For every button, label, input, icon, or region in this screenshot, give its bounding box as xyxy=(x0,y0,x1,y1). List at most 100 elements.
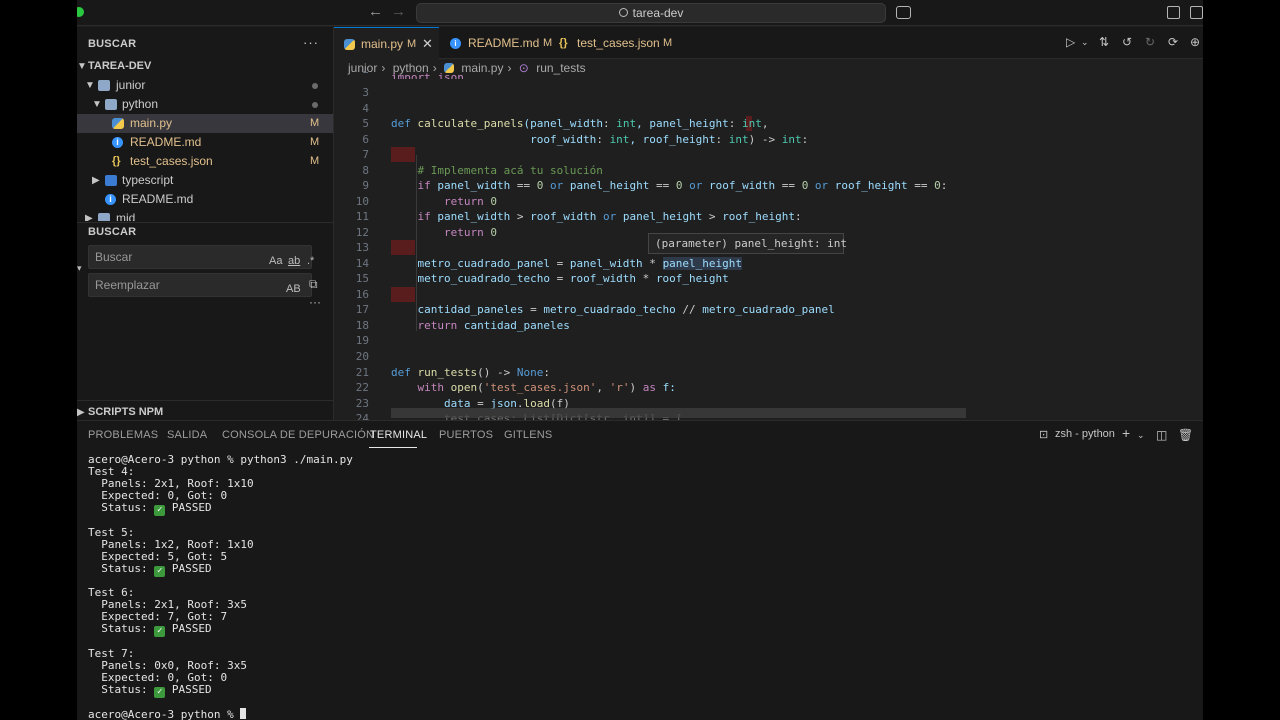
vscode-window: ← → tarea-dev BUSCAR ··· ▼ TAREA-DEV ▼ j… xyxy=(77,0,1203,720)
tree-item-mid[interactable]: ▶ mid xyxy=(77,209,333,221)
check-icon: ✓ xyxy=(154,565,166,577)
tree-item-label: mid xyxy=(116,211,136,221)
horizontal-scrollbar[interactable] xyxy=(391,408,966,418)
terminal-line: Status: ✓ PASSED xyxy=(88,622,212,638)
chevron-down-icon[interactable]: ▾ xyxy=(77,263,82,274)
chevron-right-icon: ▶ xyxy=(85,213,93,221)
line-number: 4 xyxy=(362,102,369,115)
tab-main-py[interactable]: main.py M ✕ xyxy=(334,27,439,59)
line-number: 2 xyxy=(334,70,369,77)
info-icon: i xyxy=(450,38,461,49)
forward-arrow-icon[interactable]: → xyxy=(391,3,406,20)
tab-output[interactable]: SALIDA xyxy=(167,429,207,441)
code-editor[interactable]: 23456789101112131415161718192021222324 i… xyxy=(334,70,1203,420)
layout-toggle-panel-icon[interactable] xyxy=(1190,6,1203,19)
code-line: if panel_width == 0 or panel_height == 0… xyxy=(417,179,948,192)
code-line: # Implementa acá tu solución xyxy=(391,164,603,177)
info-icon: i xyxy=(105,194,116,205)
tab-test-cases[interactable]: {} test_cases.json M xyxy=(559,27,704,59)
new-terminal-icon[interactable]: + xyxy=(1122,425,1130,441)
tree-item-readme[interactable]: i README.md M xyxy=(77,133,333,152)
tree-item-label: test_cases.json xyxy=(130,154,213,168)
code-line: return 0 xyxy=(443,195,497,208)
npm-scripts-label: SCRIPTS NPM xyxy=(88,406,164,418)
tree-item-label: junior xyxy=(116,78,146,92)
run-icon[interactable]: ▷ xyxy=(1066,35,1075,49)
check-icon: ✓ xyxy=(154,505,166,517)
replace-all-icon[interactable]: ⧉ xyxy=(309,277,318,292)
code-line: cantidad_paneles = metro_cuadrado_techo … xyxy=(391,303,835,316)
code-line: def calculate_panels(panel_width: int, p… xyxy=(391,117,769,130)
copilot-icon[interactable] xyxy=(896,6,911,19)
compare-changes-icon[interactable]: ⇅ xyxy=(1099,35,1109,49)
folder-icon xyxy=(98,213,110,221)
more-find-options-icon[interactable]: ··· xyxy=(309,295,321,309)
tab-readme[interactable]: i README.md M xyxy=(439,27,559,59)
line-number: 12 xyxy=(355,226,369,239)
back-arrow-icon[interactable]: ← xyxy=(368,3,383,20)
preserve-case-toggle[interactable]: AB xyxy=(286,278,301,300)
npm-scripts-header[interactable]: ▶ SCRIPTS NPM xyxy=(77,403,333,420)
line-number: 20 xyxy=(355,350,369,363)
tab-ports[interactable]: PUERTOS xyxy=(439,429,493,441)
replace-input[interactable]: Reemplazar AB xyxy=(88,273,312,297)
active-tab-indicator xyxy=(369,447,417,448)
tab-problems[interactable]: PROBLEMAS xyxy=(88,429,158,441)
code-line: metro_cuadrado_panel = panel_width * pan… xyxy=(391,257,743,270)
more-actions-icon[interactable]: ⊕ xyxy=(1190,35,1200,49)
find-section-header[interactable]: BUSCAR xyxy=(88,226,136,238)
line-number: 10 xyxy=(355,195,369,208)
line-number: 6 xyxy=(362,133,369,146)
line-number: 21 xyxy=(355,366,369,379)
match-case-toggle[interactable]: Aa xyxy=(269,250,282,272)
hover-tooltip: (parameter) panel_height: int xyxy=(648,233,847,254)
chevron-down-icon[interactable]: ⌄ xyxy=(1081,37,1089,48)
line-number: 22 xyxy=(355,381,369,394)
code-line: return cantidad_paneles xyxy=(417,319,570,332)
modified-badge: M xyxy=(543,37,553,49)
tree-item-main-py[interactable]: main.py M xyxy=(77,114,333,133)
go-forward-icon[interactable]: ↻ xyxy=(1145,35,1155,49)
tab-gitlens[interactable]: GITLENS xyxy=(504,429,552,441)
tree-item-typescript[interactable]: ▶ typescript xyxy=(77,171,333,190)
modified-badge: M xyxy=(310,136,320,148)
project-header[interactable]: ▼ TAREA-DEV xyxy=(77,57,333,76)
search-input[interactable]: Buscar Aa ab .* xyxy=(88,245,314,272)
tab-terminal[interactable]: TERMINAL xyxy=(370,429,427,441)
tab-label: README.md xyxy=(468,36,540,50)
window-zoom-button[interactable] xyxy=(77,7,84,17)
line-number: 11 xyxy=(355,210,369,223)
tree-item-label: python xyxy=(122,97,159,111)
more-actions-icon[interactable]: ··· xyxy=(303,35,319,50)
code-line: if panel_width > roof_width or panel_hei… xyxy=(417,210,802,223)
tree-item-junior[interactable]: ▼ junior xyxy=(77,76,333,95)
open-changes-icon[interactable]: ⟳ xyxy=(1168,35,1178,49)
line-number: 19 xyxy=(355,334,369,347)
line-number: 7 xyxy=(362,148,369,161)
terminal-line: acero@Acero-3 python % python3 ./main.py xyxy=(88,453,353,466)
tree-item-readme-root[interactable]: i README.md xyxy=(77,190,333,209)
regex-toggle[interactable]: .* xyxy=(307,250,314,272)
layout-toggle-sidebar-icon[interactable] xyxy=(1167,6,1180,19)
go-back-icon[interactable]: ↺ xyxy=(1122,35,1132,49)
whole-word-toggle[interactable]: ab xyxy=(288,250,300,272)
line-number: 13 xyxy=(355,241,369,254)
trash-icon[interactable]: 🗑 xyxy=(1178,428,1193,442)
line-number: 18 xyxy=(355,319,369,332)
terminal-output[interactable]: acero@Acero-3 python % python3 ./main.py… xyxy=(88,453,1188,720)
line-number: 3 xyxy=(362,86,369,99)
close-icon[interactable]: ✕ xyxy=(422,28,433,60)
tree-item-python[interactable]: ▼ python xyxy=(77,95,333,114)
chevron-down-icon[interactable]: ⌄ xyxy=(1137,430,1145,441)
chevron-down-icon: ▼ xyxy=(85,80,95,91)
command-center[interactable]: tarea-dev xyxy=(416,3,886,23)
split-terminal-icon[interactable]: ◫ xyxy=(1156,428,1167,442)
terminal-line: Test 7: xyxy=(88,646,135,660)
tree-item-test-cases[interactable]: {} test_cases.json M xyxy=(77,152,333,171)
search-placeholder: Buscar xyxy=(95,250,133,264)
code-line: def run_tests() -> None: xyxy=(391,366,550,379)
typescript-folder-icon xyxy=(105,175,117,186)
terminal-name[interactable]: zsh - python xyxy=(1055,428,1115,440)
tab-debug-console[interactable]: CONSOLA DE DEPURACIÓN xyxy=(222,429,374,441)
